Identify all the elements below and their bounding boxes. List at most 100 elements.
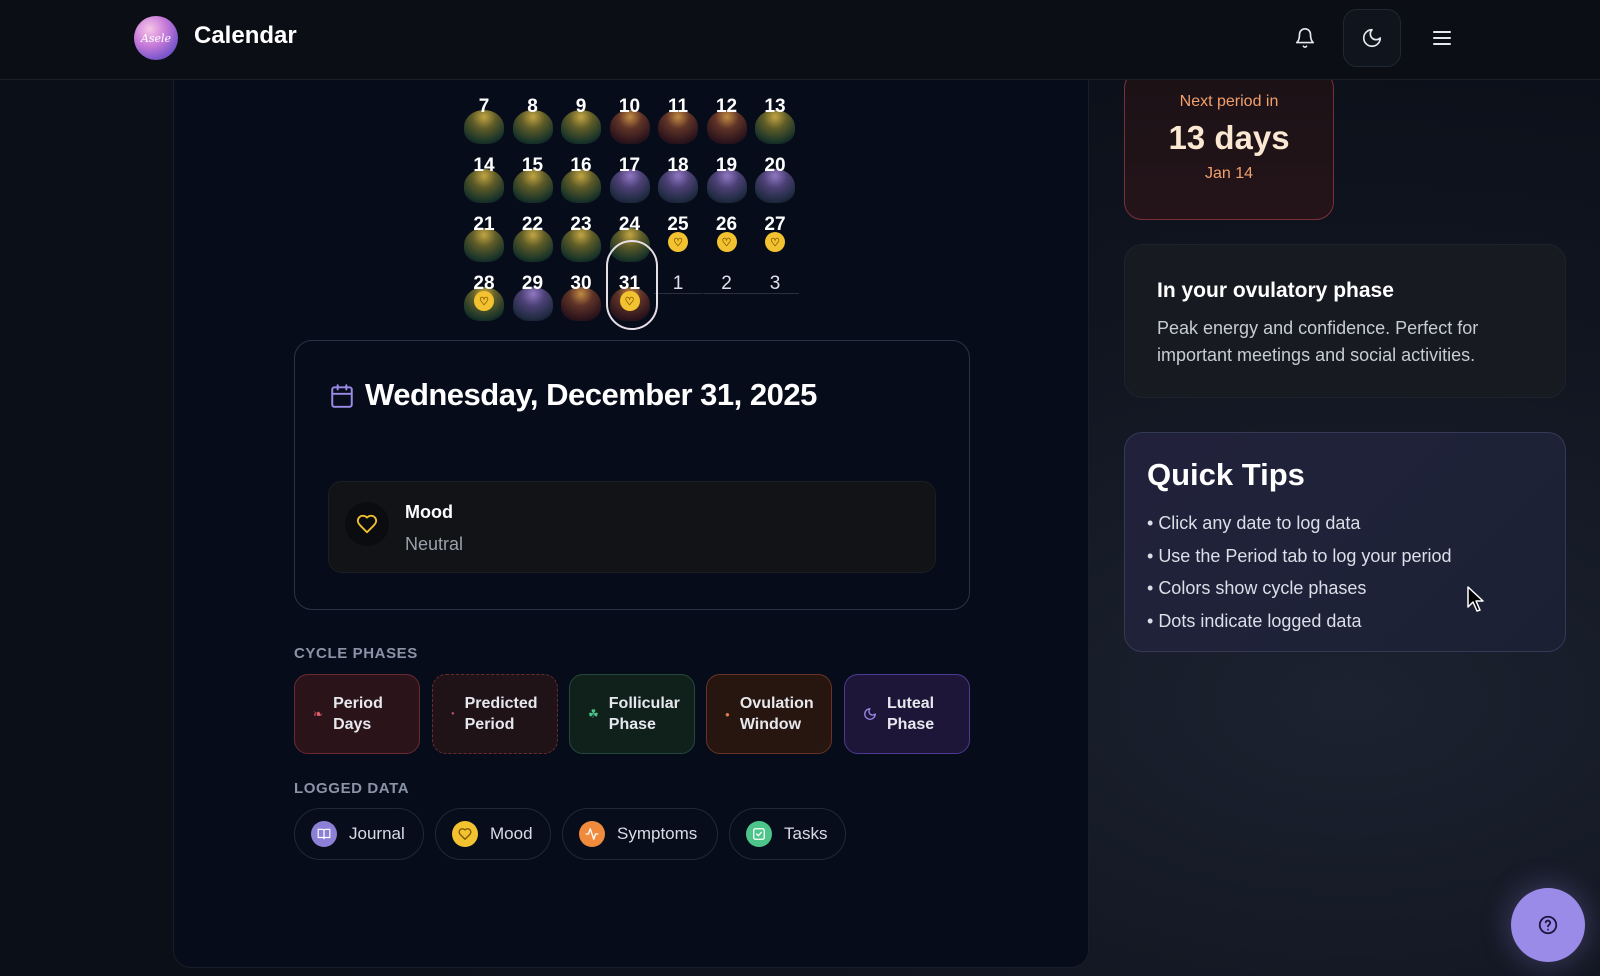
legend-label: Period [464,716,515,733]
legend-label: Predicted [464,695,538,712]
top-bar: Asele Calendar [0,0,1600,80]
calendar-day-3[interactable]: 3 [751,259,799,317]
legend-label: Days [333,716,372,733]
legend-tasks-label: Tasks [784,824,828,843]
calendar-day-21[interactable]: 21 [460,200,508,262]
calendar-day-22[interactable]: 22 [509,200,557,262]
calendar-day-14[interactable]: 14 [460,141,508,203]
mood-dot-icon: ♡ [668,232,688,252]
quick-tips-title: Quick Tips [1147,457,1305,492]
list-item: Click any date to log data [1147,507,1452,540]
calendar-day-27[interactable]: 27 ♡ [751,200,799,258]
calendar-day-11[interactable]: 11 [654,82,702,144]
mood-entry[interactable]: Mood Neutral [328,481,936,573]
calendar-day-29[interactable]: 29 [509,259,557,321]
cycle-phases-heading: CYCLE PHASES [294,645,418,662]
calendar-day-9[interactable]: 9 [557,82,605,144]
drop-icon: ❧ [313,707,324,721]
legend-label: Follicular [608,695,680,712]
calendar-day-30[interactable]: 30 [557,259,605,321]
hamburger-icon [1433,31,1451,45]
calendar-day-10[interactable]: 10 [606,82,654,144]
help-icon [1538,915,1558,935]
calendar-day-number: 29 [521,273,544,294]
calendar-day-25[interactable]: 25 ♡ [654,200,702,258]
checkbox-icon [746,821,772,847]
calendar-day-1[interactable]: 1 [654,259,702,317]
calendar-day-26[interactable]: 26 ♡ [703,200,751,258]
calendar-day-12[interactable]: 12 [703,82,751,144]
moon-icon [864,708,876,720]
legend-ovulation-window: ● Ovulation Window [706,674,832,754]
calendar-day-number: 24 [618,214,641,235]
calendar-day-28[interactable]: 28 ♡ [460,259,508,321]
list-item: Use the Period tab to log your period [1147,540,1451,573]
dot-icon: ● [725,709,730,719]
legend-predicted-period: ● Predicted Period [432,674,558,754]
calendar-day-2[interactable]: 2 [702,259,751,317]
mood-dot-icon: ♡ [765,232,785,252]
current-phase-title: In your ovulatory phase [1157,279,1394,302]
help-button[interactable] [1511,888,1585,962]
notifications-button[interactable] [1276,9,1334,67]
mood-entry-label: Mood [405,502,453,522]
current-phase-description: Peak energy and confidence. Perfect for … [1157,318,1479,365]
legend-label: Window [739,716,802,733]
list-item: Dots indicate logged data [1147,605,1452,638]
mood-dot-icon: ♡ [716,232,737,252]
legend-label: Period [333,695,383,712]
calendar-day-18[interactable]: 18 [654,141,702,203]
legend-luteal-phase: Luteal Phase [844,674,970,754]
calendar-day-number: 22 [521,214,544,235]
calendar-icon [331,384,353,408]
calendar-day-number: 1 [672,273,684,294]
legend-journal-label: Journal [349,824,405,843]
next-period-date: Jan 14 [1204,165,1254,182]
mood-entry-value: Neutral [405,534,464,554]
calendar-day-number: 20 [764,155,786,176]
calendar-day-number: 12 [715,96,738,117]
calendar-day-13[interactable]: 13 [751,82,799,144]
calendar-day-number: 16 [570,155,592,176]
legend-label: Phase [887,716,935,733]
legend-label: Luteal [887,695,935,712]
calendar-day-number: 14 [473,155,495,176]
menu-button[interactable] [1413,9,1471,67]
legend-symptoms: Symptoms [562,808,718,860]
calendar-day-number: 30 [570,273,592,294]
calendar-day-20[interactable]: 20 [751,141,799,203]
theme-toggle-button[interactable] [1343,9,1401,67]
legend-follicular-phase: ☘ Follicular Phase [569,674,695,754]
legend-label: Ovulation [739,695,814,712]
mood-dot-icon: ♡ [474,291,494,311]
calendar-day-17[interactable]: 17 [606,141,654,203]
calendar-day-number: 2 [721,273,732,294]
calendar-day-23[interactable]: 23 [557,200,605,262]
legend-symptoms-label: Symptoms [617,824,698,843]
mouse-cursor-icon [1467,586,1484,612]
next-period-card: Next period in 13 days Jan 14 [1124,70,1334,220]
calendar-day-8[interactable]: 8 [509,82,557,144]
legend-tasks: Tasks [729,808,846,860]
calendar-day-number: 13 [764,96,786,117]
app-logo[interactable]: Asele [134,16,178,60]
legend-mood-label: Mood [490,824,533,843]
leaf-icon: ☘ [588,707,599,721]
quick-tips-list: Click any date to log data Use the Perio… [1147,507,1452,638]
calendar-day-7[interactable]: 7 [460,82,508,144]
calendar-day-16[interactable]: 16 [557,141,605,203]
next-period-label: Next period in [1179,93,1279,110]
logged-data-heading: LOGGED DATA [294,780,410,797]
calendar-day-number: 9 [575,96,587,117]
calendar-day-15[interactable]: 15 [509,141,557,203]
moon-icon [1362,28,1382,48]
calendar-day-19[interactable]: 19 [703,141,751,203]
calendar-day-number: 18 [667,155,689,176]
next-period-days: 13 days [1168,119,1290,156]
calendar-day-number: 21 [473,214,495,235]
calendar-day-number: 10 [618,96,641,117]
calendar-day-number: 7 [478,96,490,117]
legend-mood: Mood [435,808,551,860]
book-icon [311,821,337,847]
legend-label: Phase [608,716,656,733]
